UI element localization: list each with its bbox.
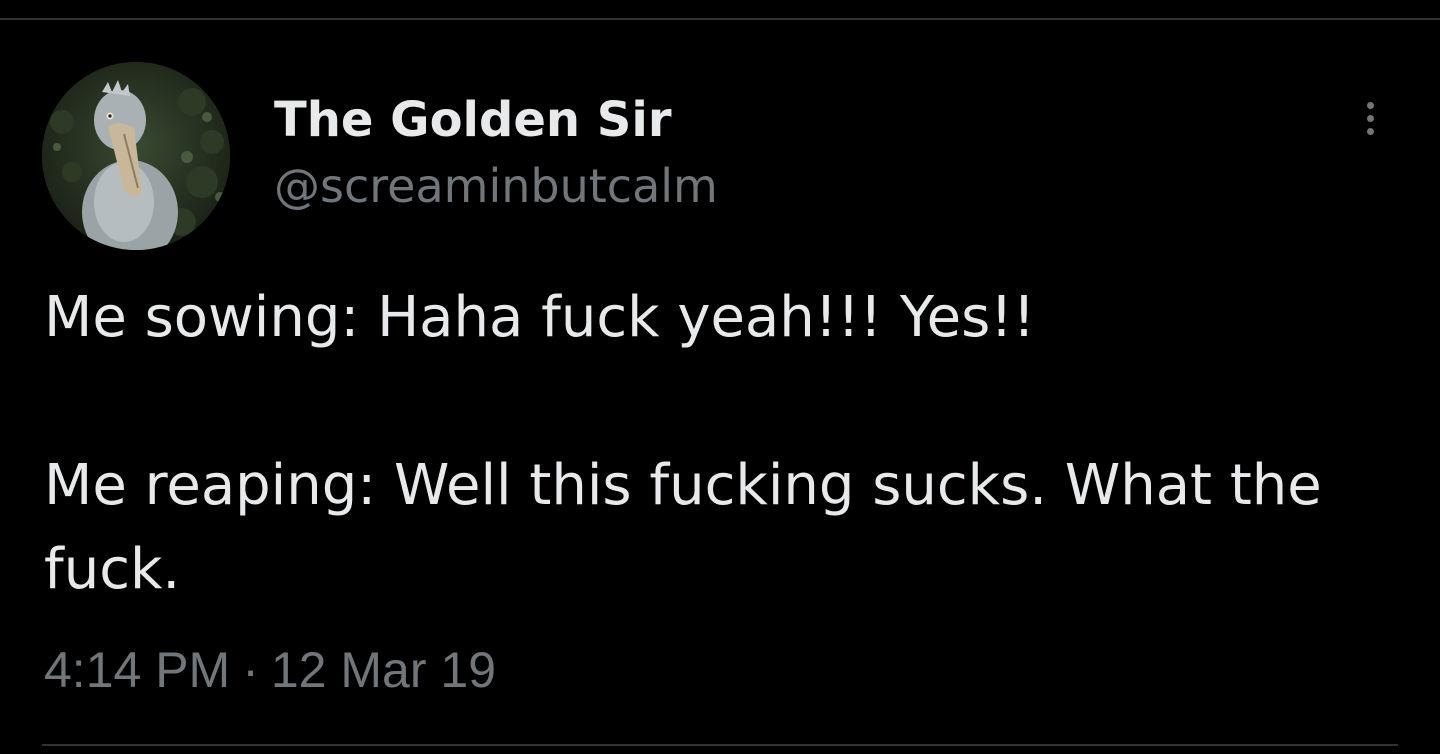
tweet-time: 4:14 PM bbox=[44, 642, 231, 698]
shoebill-avatar-image bbox=[42, 62, 230, 250]
avatar[interactable] bbox=[42, 62, 230, 250]
more-options-icon-dot bbox=[1366, 114, 1374, 122]
tweet-line-reaping: Me reaping: Well this fucking sucks. Wha… bbox=[44, 453, 1340, 602]
timestamp-separator: · bbox=[242, 642, 259, 698]
more-options-icon bbox=[1366, 101, 1374, 109]
tweet-date: 12 Mar 19 bbox=[270, 642, 496, 698]
top-divider bbox=[0, 18, 1440, 20]
author-handle[interactable]: @screaminbutcalm bbox=[274, 158, 718, 214]
tweet-text: Me sowing: Haha fuck yeah!!! Yes!! Me re… bbox=[44, 276, 1384, 612]
tweet-line-sowing: Me sowing: Haha fuck yeah!!! Yes!! bbox=[44, 285, 1036, 350]
tweet-timestamp[interactable]: 4:14 PM · 12 Mar 19 bbox=[44, 638, 496, 702]
author-display-name[interactable]: The Golden Sir bbox=[274, 92, 672, 148]
bottom-divider bbox=[42, 744, 1398, 746]
more-options-icon-dot bbox=[1366, 127, 1374, 135]
more-options-button[interactable] bbox=[1344, 92, 1396, 144]
